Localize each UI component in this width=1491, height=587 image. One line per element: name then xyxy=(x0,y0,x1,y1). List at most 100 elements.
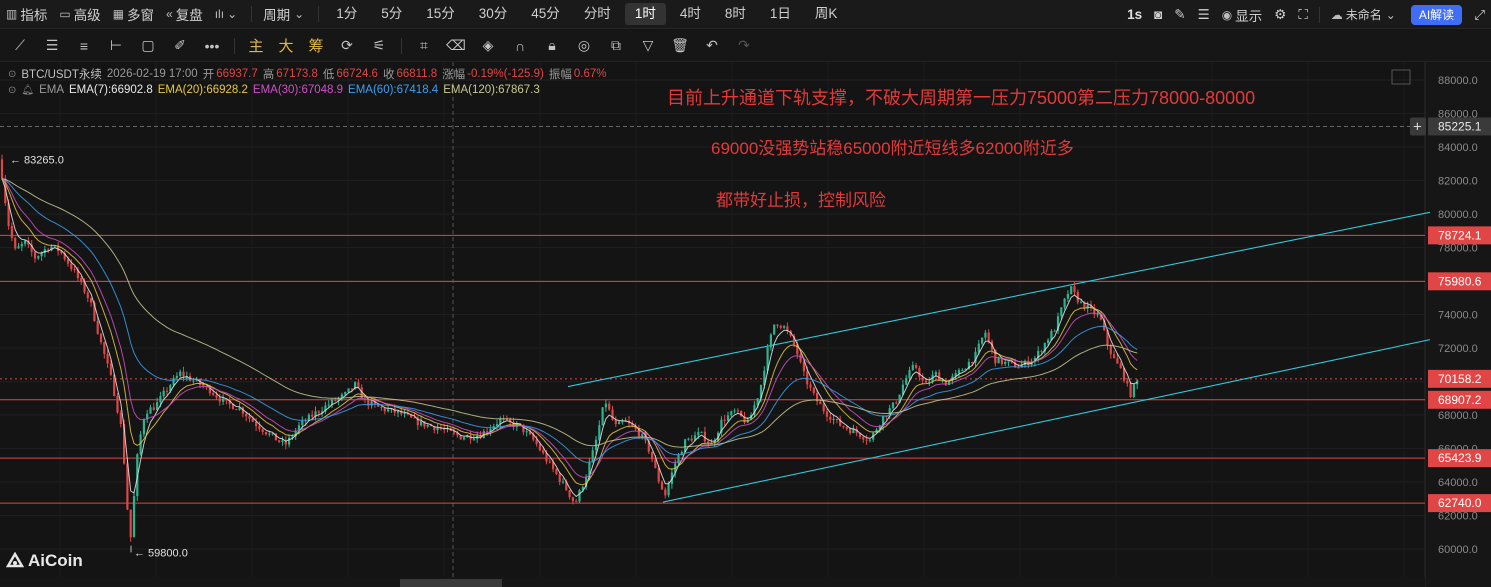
paint-icon[interactable]: ◈ xyxy=(472,30,504,62)
timeframe-button[interactable]: 30分 xyxy=(469,3,518,25)
camera-icon[interactable]: ◙ xyxy=(1148,0,1168,29)
ema-value: EMA(120):67867.3 xyxy=(443,84,540,96)
candle-body xyxy=(288,437,291,445)
timeframe-button[interactable]: 5分 xyxy=(371,3,412,25)
layout-button[interactable]: ☁ 未命名 ⌄ xyxy=(1325,0,1405,29)
bell-icon[interactable]: 🔔︎ xyxy=(21,85,34,96)
advanced-button[interactable]: ▭ 高级 xyxy=(53,0,106,29)
undo-icon[interactable]: ↶ xyxy=(696,30,728,62)
candle-body xyxy=(152,407,155,410)
stack-icon[interactable]: ⧉ xyxy=(600,30,632,62)
candle-body xyxy=(245,413,248,417)
eraser-icon[interactable]: ⌫ xyxy=(440,30,472,62)
timeframe-button[interactable]: 1分 xyxy=(326,3,367,25)
candle-body xyxy=(1070,286,1073,294)
collapse-icon[interactable]: ⊙ xyxy=(8,69,16,80)
amplitude-value: 0.67% xyxy=(573,68,607,80)
indicators-button[interactable]: ▥ 指标 xyxy=(0,0,53,29)
period-button[interactable]: 周期 ⌄ xyxy=(257,0,313,29)
candle-body xyxy=(159,396,162,403)
candle-body xyxy=(413,417,416,419)
candle-body xyxy=(984,332,987,338)
candle-body xyxy=(938,372,941,381)
rectangle-tool-icon[interactable]: ▢ xyxy=(132,30,164,62)
ray-tool-icon[interactable]: ⊢ xyxy=(100,30,132,62)
price-chart[interactable]: 88000.086000.084000.082000.080000.078000… xyxy=(0,62,1491,587)
eye-toggle-icon[interactable]: ◎ xyxy=(568,30,600,62)
candle-body xyxy=(20,243,23,247)
candle-body xyxy=(555,469,558,475)
candle-body xyxy=(700,431,703,433)
line-tool-icon[interactable]: ⟋ xyxy=(4,30,36,62)
settings-sliders-icon[interactable]: ☰ xyxy=(1192,0,1216,29)
timeframe-button[interactable]: 8时 xyxy=(715,3,756,25)
amplitude-label: 振幅 xyxy=(548,69,572,81)
time-axis xyxy=(0,577,1425,587)
logo-text: AiCoin xyxy=(28,551,83,570)
chart-type-button[interactable]: ılı ⌄ xyxy=(209,0,246,29)
ruler-icon[interactable]: ⚟ xyxy=(363,30,395,62)
timeframe-button[interactable]: 45分 xyxy=(521,3,570,25)
candle-body xyxy=(162,390,165,397)
candle-body xyxy=(997,357,1000,364)
filter-icon[interactable]: ▽ xyxy=(632,30,664,62)
candle-body xyxy=(24,240,27,244)
lock-icon[interactable]: 🔒︎ xyxy=(536,30,568,62)
timeframe-button[interactable]: 1时 xyxy=(624,3,666,25)
low-value: 66724.6 xyxy=(336,68,378,80)
y-tick-label: 68000.0 xyxy=(1438,410,1478,422)
replay-button[interactable]: «复盘 xyxy=(160,0,209,29)
hlines-tool-icon[interactable]: ☰ xyxy=(36,30,68,62)
candle-body xyxy=(116,395,119,413)
multi-window-button[interactable]: ▦ 多窗 xyxy=(107,0,160,29)
timeframe-button[interactable]: 4时 xyxy=(670,3,711,25)
candle-body xyxy=(895,402,898,404)
candle-body xyxy=(908,370,911,378)
more-tools-icon[interactable]: ••• xyxy=(196,30,228,62)
magnet-icon[interactable]: ∩ xyxy=(504,30,536,62)
candle-body xyxy=(535,439,538,445)
big-order-toggle[interactable]: 大 xyxy=(271,30,301,62)
interval-1s-button[interactable]: 1s xyxy=(1121,0,1148,29)
fullscreen-icon[interactable]: ⛶ xyxy=(1292,0,1313,29)
candle-body xyxy=(109,363,112,375)
timeframe-button[interactable]: 15分 xyxy=(416,3,465,25)
low-label: 低 xyxy=(322,69,335,81)
gear-icon[interactable]: ⚙ xyxy=(1268,0,1292,29)
redo-icon[interactable]: ↷ xyxy=(728,30,760,62)
main-chart-toggle[interactable]: 主 xyxy=(241,30,271,62)
candle-body xyxy=(809,384,812,388)
candle-body xyxy=(687,438,690,440)
timeframe-button[interactable]: 周K xyxy=(805,3,848,25)
candle-body xyxy=(542,450,545,454)
candle-body xyxy=(806,371,809,385)
edit-icon[interactable]: ✎ xyxy=(1168,0,1191,29)
sync-icon[interactable]: ⟳ xyxy=(331,30,363,62)
candle-body xyxy=(868,439,871,441)
candle-body xyxy=(1119,363,1122,368)
candle-body xyxy=(779,325,782,328)
candle-body xyxy=(730,411,733,416)
chevron-down-icon: ⌄ xyxy=(1385,7,1396,22)
crop-icon[interactable]: ⌗ xyxy=(408,30,440,62)
display-button[interactable]: ◉ 显示 xyxy=(1216,0,1268,29)
period-label: 周期 xyxy=(263,8,291,23)
chip-toggle[interactable]: 筹 xyxy=(301,30,331,62)
hline-list-icon[interactable]: ≡ xyxy=(68,30,100,62)
high-marker-label: ← 83265.0 xyxy=(10,154,64,166)
trash-icon[interactable]: 🗑︎ xyxy=(664,30,696,62)
timeframe-button[interactable]: 分时 xyxy=(574,3,621,25)
pen-tool-icon[interactable]: ✐ xyxy=(164,30,196,62)
candle-body xyxy=(604,403,607,408)
ai-button[interactable]: AI解读 xyxy=(1410,4,1463,25)
candle-body xyxy=(37,256,40,259)
divider xyxy=(251,6,253,22)
collapse-icon[interactable]: ⊙ xyxy=(8,85,16,96)
candle-body xyxy=(842,426,845,428)
candle-body xyxy=(218,397,221,402)
expand-icon[interactable]: ⤢ xyxy=(1468,0,1491,29)
candle-body xyxy=(436,428,439,431)
timeframe-group: 1分 5分 15分 30分 45分 分时 1时 4时 8时 1日 周K xyxy=(324,3,849,25)
candle-body xyxy=(849,429,852,433)
timeframe-button[interactable]: 1日 xyxy=(760,3,801,25)
